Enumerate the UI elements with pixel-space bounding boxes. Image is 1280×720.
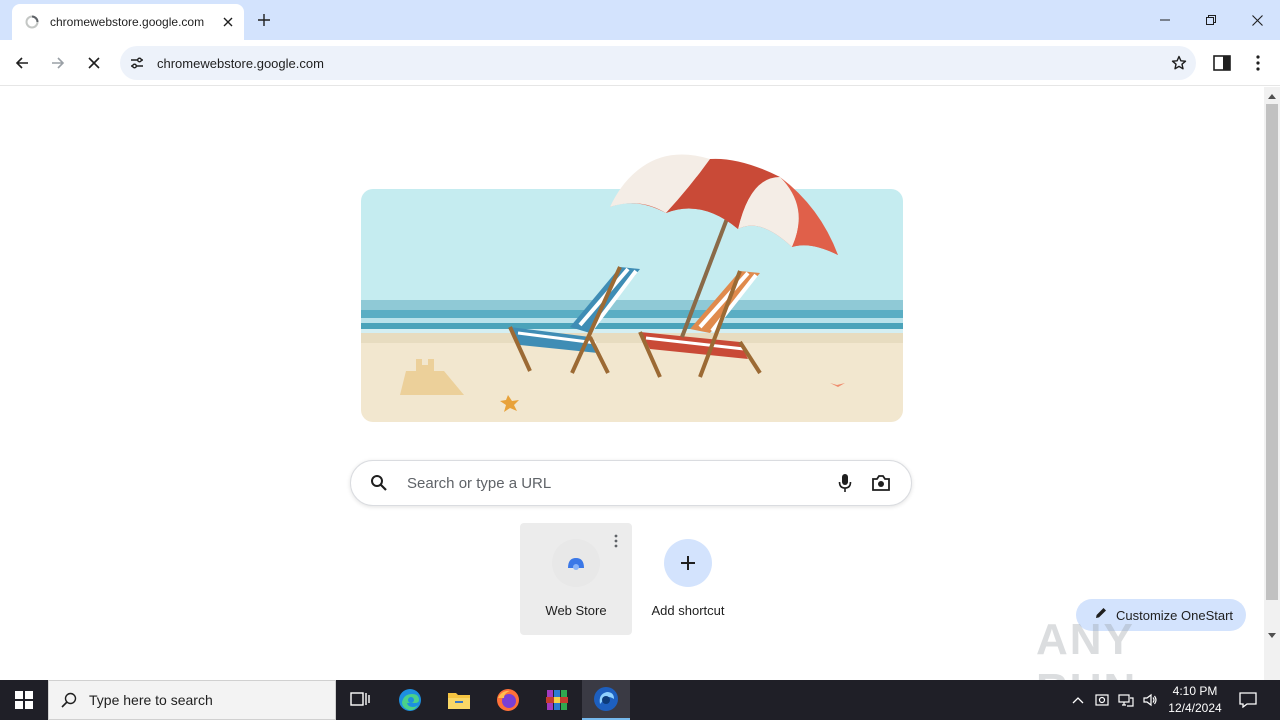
new-tab-icon[interactable] xyxy=(252,8,276,32)
clock-date: 12/4/2024 xyxy=(1168,701,1222,715)
taskbar-clock[interactable]: 4:10 PM 12/4/2024 xyxy=(1160,683,1230,717)
beach-doodle-image xyxy=(361,154,903,422)
active-tab[interactable]: chromewebstore.google.com xyxy=(12,4,244,40)
web-store-favicon xyxy=(552,539,600,587)
bookmark-star-icon[interactable] xyxy=(1162,46,1196,80)
file-explorer-icon[interactable] xyxy=(435,680,483,720)
microphone-icon[interactable] xyxy=(827,460,863,506)
tab-strip: chromewebstore.google.com xyxy=(0,0,1280,40)
task-view-icon[interactable] xyxy=(336,680,384,720)
camera-search-icon[interactable] xyxy=(863,460,899,506)
back-icon[interactable] xyxy=(8,49,36,77)
scroll-down-arrow-icon[interactable] xyxy=(1264,628,1280,644)
close-tab-icon[interactable] xyxy=(220,14,236,30)
shortcut-label: Add shortcut xyxy=(651,603,725,618)
search-input[interactable] xyxy=(407,474,827,492)
anyrun-watermark: ANY RUN xyxy=(1036,615,1236,714)
tray-overflow-chevron-icon[interactable] xyxy=(1066,680,1090,720)
network-icon[interactable] xyxy=(1114,680,1138,720)
restore-icon[interactable] xyxy=(1188,0,1234,40)
meet-now-icon[interactable] xyxy=(1090,680,1114,720)
windows-taskbar: Type here to search 4:10 PM 12/4/2024 xyxy=(0,680,1280,720)
winrar-icon[interactable] xyxy=(533,680,581,720)
close-window-icon[interactable] xyxy=(1234,0,1280,40)
minimize-icon[interactable] xyxy=(1142,0,1188,40)
search-box[interactable] xyxy=(350,460,912,506)
stop-loading-icon[interactable] xyxy=(80,49,108,77)
onestart-browser-icon[interactable] xyxy=(582,680,630,720)
loading-icon xyxy=(24,14,40,30)
plus-icon xyxy=(664,539,712,587)
shortcut-label: Web Store xyxy=(545,603,607,618)
clock-time: 4:10 PM xyxy=(1172,684,1218,698)
scroll-up-arrow-icon[interactable] xyxy=(1264,88,1280,104)
address-bar[interactable]: chromewebstore.google.com xyxy=(120,46,1196,80)
tab-title: chromewebstore.google.com xyxy=(50,15,205,29)
shortcut-more-icon[interactable] xyxy=(608,531,624,551)
browser-toolbar: chromewebstore.google.com xyxy=(0,40,1280,86)
menu-kebab-icon[interactable] xyxy=(1244,49,1272,77)
site-info-icon[interactable] xyxy=(120,46,154,80)
side-panel-icon[interactable] xyxy=(1208,49,1236,77)
firefox-icon[interactable] xyxy=(484,680,532,720)
shortcut-web-store[interactable]: Web Store xyxy=(520,523,632,635)
taskbar-search-placeholder: Type here to search xyxy=(89,692,213,708)
forward-icon[interactable] xyxy=(44,49,72,77)
search-icon xyxy=(49,680,89,720)
new-tab-page: Web Store Add shortcut Customize OneStar… xyxy=(0,87,1264,714)
windows-start-icon[interactable] xyxy=(0,680,48,720)
edge-icon[interactable] xyxy=(386,680,434,720)
address-url[interactable]: chromewebstore.google.com xyxy=(157,56,1162,71)
volume-icon[interactable] xyxy=(1138,680,1162,720)
taskbar-search-box[interactable]: Type here to search xyxy=(48,680,336,720)
add-shortcut-button[interactable]: Add shortcut xyxy=(632,523,744,635)
scrollbar-thumb[interactable] xyxy=(1266,104,1278,600)
notification-center-icon[interactable] xyxy=(1234,680,1262,720)
search-icon xyxy=(351,460,407,506)
